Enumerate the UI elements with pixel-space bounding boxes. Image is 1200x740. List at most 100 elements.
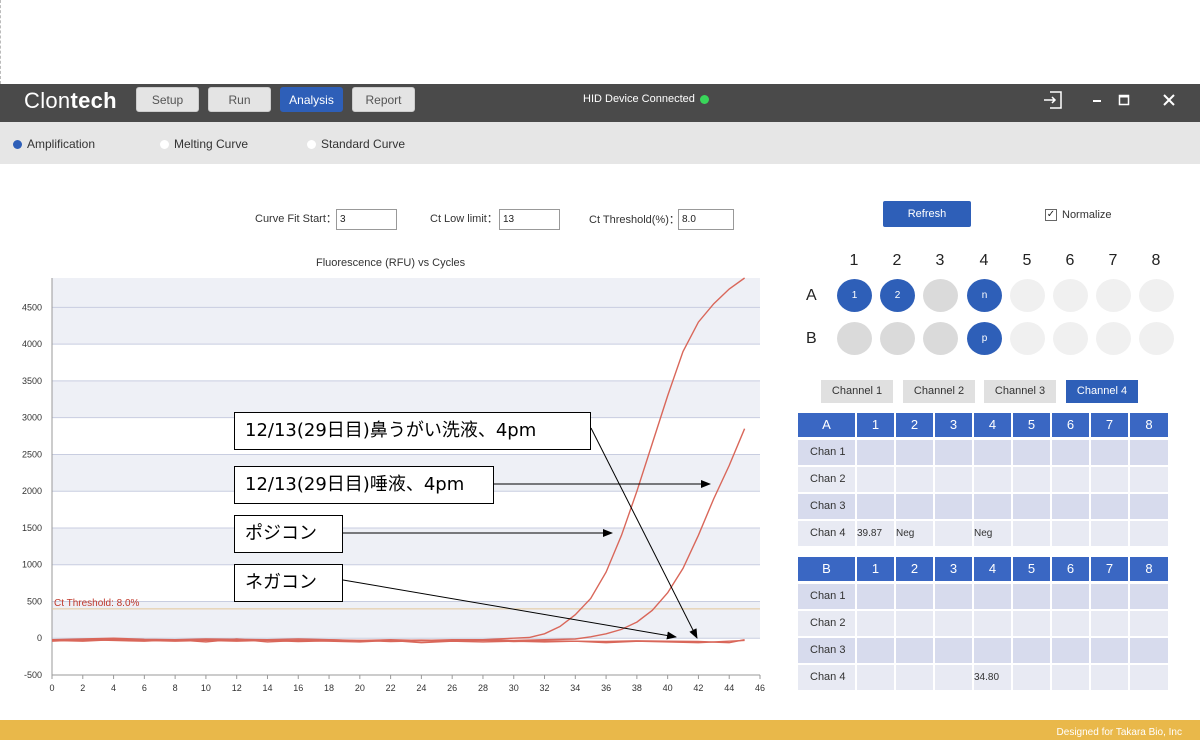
table-cell [1013, 440, 1050, 465]
table-header-cell: 2 [896, 413, 933, 437]
table-cell [857, 467, 894, 492]
table-row-label: Chan 2 [798, 611, 855, 636]
channel-1-tab[interactable]: Channel 1 [821, 380, 893, 403]
table-cell [974, 638, 1011, 663]
table-header-cell: 6 [1052, 413, 1089, 437]
table-cell: 39.87 [857, 521, 894, 546]
well-B3[interactable] [923, 322, 958, 355]
channel-4-tab[interactable]: Channel 4 [1066, 380, 1138, 403]
well-B8[interactable] [1139, 322, 1174, 355]
table-cell [1091, 584, 1128, 609]
table-row-label: Chan 3 [798, 638, 855, 663]
plate-column-4: 4 [979, 252, 989, 269]
table-cell [1091, 521, 1128, 546]
table-cell [1013, 584, 1050, 609]
table-cell [896, 665, 933, 690]
well-B4[interactable]: p [967, 322, 1002, 355]
well-A4[interactable]: n [967, 279, 1002, 312]
channel-2-tab[interactable]: Channel 2 [903, 380, 975, 403]
table-cell [896, 467, 933, 492]
well-A1[interactable]: 1 [837, 279, 872, 312]
table-cell [1013, 467, 1050, 492]
table-cell [1013, 494, 1050, 519]
table-cell [857, 665, 894, 690]
table-cell [1130, 521, 1168, 546]
table-cell [1091, 665, 1128, 690]
table-header-cell: 3 [935, 413, 972, 437]
well-B6[interactable] [1053, 322, 1088, 355]
well-B7[interactable] [1096, 322, 1131, 355]
table-cell [1013, 638, 1050, 663]
well-A6[interactable] [1053, 279, 1088, 312]
table-cell [1052, 467, 1089, 492]
well-A5[interactable] [1010, 279, 1045, 312]
table-cell: Neg [896, 521, 933, 546]
table-cell [857, 440, 894, 465]
table-cell [1130, 494, 1168, 519]
well-B1[interactable] [837, 322, 872, 355]
table-header-cell: 1 [857, 413, 894, 437]
table-cell [935, 611, 972, 636]
table-cell [974, 467, 1011, 492]
plate-column-1: 1 [849, 252, 859, 269]
table-cell [1052, 638, 1089, 663]
well-A7[interactable] [1096, 279, 1131, 312]
table-cell [935, 665, 972, 690]
well-B2[interactable] [880, 322, 915, 355]
table-cell [1052, 494, 1089, 519]
table-cell [896, 584, 933, 609]
table-cell [857, 584, 894, 609]
channel-3-tab[interactable]: Channel 3 [984, 380, 1056, 403]
table-cell [1052, 665, 1089, 690]
table-cell: 34.80 [974, 665, 1011, 690]
table-header-cell: 6 [1052, 557, 1089, 581]
table-cell [935, 638, 972, 663]
table-header-cell: 4 [974, 557, 1011, 581]
table-cell [935, 467, 972, 492]
table-cell [1130, 665, 1168, 690]
plate-column-5: 5 [1022, 252, 1032, 269]
table-row-label: Chan 4 [798, 665, 855, 690]
table-header-cell: 8 [1130, 557, 1168, 581]
plate-row-A: A [806, 287, 817, 304]
table-cell [857, 611, 894, 636]
table-header-cell: 3 [935, 557, 972, 581]
table-cell [1052, 611, 1089, 636]
table-header-cell: 2 [896, 557, 933, 581]
table-cell: Neg [974, 521, 1011, 546]
well-A3[interactable] [923, 279, 958, 312]
table-cell [1091, 611, 1128, 636]
table-cell [1130, 611, 1168, 636]
table-cell [1013, 521, 1050, 546]
table-cell [1130, 467, 1168, 492]
table-row-label: Chan 3 [798, 494, 855, 519]
arrow-negative-control [342, 579, 677, 640]
table-row-label: Chan 4 [798, 521, 855, 546]
footer-text: Designed for Takara Bio, Inc [1056, 727, 1182, 738]
well-A2[interactable]: 2 [880, 279, 915, 312]
table-header-cell: B [798, 557, 855, 581]
table-cell [896, 638, 933, 663]
table-cell [974, 494, 1011, 519]
table-cell [1013, 611, 1050, 636]
table-cell [1052, 584, 1089, 609]
table-header-cell: 1 [857, 557, 894, 581]
table-cell [1130, 440, 1168, 465]
well-A8[interactable] [1139, 279, 1174, 312]
table-cell [1052, 521, 1089, 546]
table-cell [896, 440, 933, 465]
table-cell [935, 494, 972, 519]
plate-row-B: B [806, 330, 817, 347]
table-cell [1130, 638, 1168, 663]
well-B5[interactable] [1010, 322, 1045, 355]
table-cell [1091, 467, 1128, 492]
table-cell [935, 584, 972, 609]
table-cell [974, 611, 1011, 636]
table-cell [974, 584, 1011, 609]
table-header-cell: 7 [1091, 413, 1128, 437]
table-cell [857, 638, 894, 663]
plate-column-2: 2 [892, 252, 902, 269]
table-header-cell: 4 [974, 413, 1011, 437]
footer-bar: Designed for Takara Bio, Inc [0, 720, 1200, 740]
table-cell [896, 494, 933, 519]
